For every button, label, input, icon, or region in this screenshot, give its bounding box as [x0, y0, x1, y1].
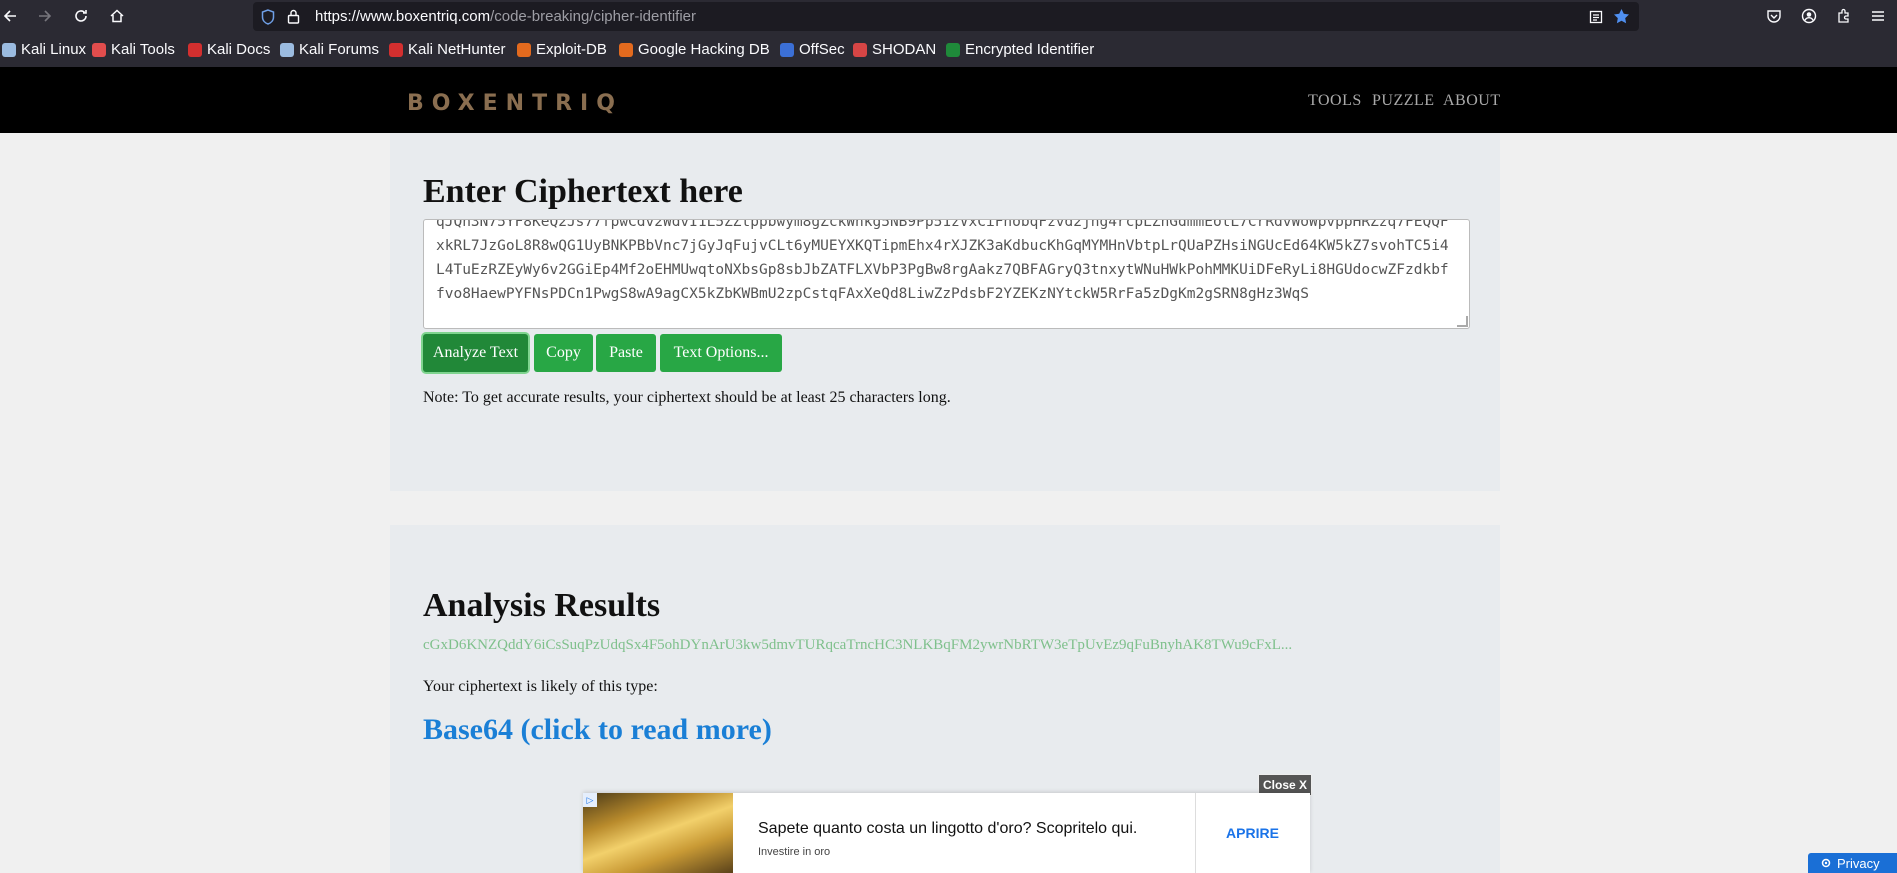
- kali-docs-icon: [188, 42, 202, 57]
- privacy-label: Privacy: [1837, 855, 1880, 871]
- ad-subtitle: Investire in oro: [758, 846, 831, 858]
- privacy-button[interactable]: Privacy: [1808, 853, 1897, 873]
- bookmark-encrypted-identifier[interactable]: Encrypted Identifier: [946, 41, 1094, 58]
- offsec-icon: [780, 42, 794, 57]
- forward-button[interactable]: [33, 4, 57, 28]
- analyze-text-button[interactable]: Analyze Text: [423, 334, 528, 372]
- input-heading: Enter Ciphertext here: [423, 173, 743, 210]
- bookmark-shodan[interactable]: SHODAN: [853, 41, 936, 58]
- exploit-db-icon: [517, 42, 531, 57]
- kali-dragon-icon: [2, 42, 16, 57]
- back-arrow-icon: [3, 10, 16, 22]
- pocket-icon[interactable]: [1766, 8, 1782, 24]
- back-button[interactable]: [0, 4, 22, 28]
- kali-forums-icon: [280, 42, 294, 57]
- bookmark-label: Kali Forums: [299, 41, 380, 58]
- reader-view-icon[interactable]: [1589, 10, 1603, 24]
- results-heading: Analysis Results: [423, 587, 661, 624]
- lock-icon[interactable]: [287, 9, 300, 24]
- menu-icon[interactable]: [1870, 8, 1886, 24]
- url-host: https://www.boxentriq.com: [315, 8, 491, 25]
- encrypted-identifier-icon: [946, 42, 960, 57]
- bookmark-kali-forums[interactable]: Kali Forums: [280, 41, 379, 58]
- reload-icon: [75, 10, 87, 22]
- extensions-icon[interactable]: [1836, 8, 1852, 24]
- bookmark-label: Exploit-DB: [536, 41, 607, 58]
- nav-puzzle[interactable]: PUZZLE: [1372, 92, 1435, 110]
- bookmark-label: OffSec: [799, 41, 845, 58]
- ad-choices-icon[interactable]: ▷: [583, 793, 597, 807]
- ad-headline[interactable]: Sapete quanto costa un lingotto d'oro? S…: [758, 820, 1137, 838]
- paste-button[interactable]: Paste: [596, 334, 656, 372]
- kali-tools-icon: [92, 42, 106, 57]
- bookmark-star-icon[interactable]: [1613, 8, 1630, 25]
- bookmark-kali-linux[interactable]: Kali Linux: [2, 41, 86, 58]
- bookmark-label: Kali Docs: [207, 41, 271, 58]
- browser-chrome: https://www.boxentriq.com/code-breaking/…: [0, 0, 1897, 67]
- ciphertext-preview: cGxD6KNZQddY6iCsSuqPzUdqSx4F5ohDYnArU3kw…: [423, 637, 1293, 653]
- ciphertext-textarea[interactable]: qJQh3N75YF8KeQ2Js77fpwCdv2WdvI1L5ZZtppbw…: [423, 219, 1470, 329]
- bookmark-label: Kali NetHunter: [408, 41, 506, 58]
- site-header: BOXENTRIQ TOOLS PUZZLE ABOUT: [0, 67, 1897, 133]
- browser-toolbar: https://www.boxentriq.com/code-breaking/…: [0, 0, 1897, 32]
- ad-banner[interactable]: Sapete quanto costa un lingotto d'oro? S…: [583, 793, 1310, 873]
- cipher-input-card: Enter Ciphertext here qJQh3N75YF8KeQ2Js7…: [390, 133, 1500, 491]
- bookmark-kali-nethunter[interactable]: Kali NetHunter: [389, 41, 506, 58]
- bookmark-label: SHODAN: [872, 41, 937, 58]
- reload-button[interactable]: [69, 4, 93, 28]
- account-icon[interactable]: [1801, 8, 1817, 24]
- nav-about[interactable]: ABOUT: [1443, 92, 1501, 110]
- ad-cta-button[interactable]: APRIRE: [1195, 793, 1310, 873]
- text-options-button[interactable]: Text Options...: [660, 334, 782, 372]
- gear-icon: [1821, 858, 1831, 868]
- bookmark-kali-docs[interactable]: Kali Docs: [188, 41, 270, 58]
- ghdb-icon: [619, 42, 633, 57]
- url-path: /code-breaking/cipher-identifier: [490, 8, 697, 25]
- home-icon: [110, 9, 124, 23]
- bookmark-label: Google Hacking DB: [638, 41, 770, 58]
- address-bar[interactable]: https://www.boxentriq.com/code-breaking/…: [253, 2, 1639, 31]
- likely-type-label: Your ciphertext is likely of this type:: [423, 678, 658, 695]
- bookmark-offsec[interactable]: OffSec: [780, 41, 845, 58]
- home-button[interactable]: [105, 4, 129, 28]
- bookmark-label: Kali Linux: [21, 41, 87, 58]
- bookmark-kali-tools[interactable]: Kali Tools: [92, 41, 175, 58]
- nav-tools[interactable]: TOOLS: [1308, 92, 1362, 110]
- copy-button[interactable]: Copy: [534, 334, 593, 372]
- ciphertext-value: qJQh3N75YF8KeQ2Js77fpwCdv2WdvI1L5ZZtppbw…: [436, 219, 1449, 302]
- shodan-icon: [853, 42, 867, 57]
- bookmark-exploit-db[interactable]: Exploit-DB: [517, 41, 607, 58]
- bookmark-label: Kali Tools: [111, 41, 175, 58]
- length-note: Note: To get accurate results, your ciph…: [423, 389, 951, 406]
- nethunter-icon: [389, 42, 403, 57]
- bookmark-label: Encrypted Identifier: [965, 41, 1095, 58]
- site-logo[interactable]: BOXENTRIQ: [407, 91, 623, 116]
- url-text[interactable]: https://www.boxentriq.com/code-breaking/…: [315, 8, 696, 25]
- shield-icon[interactable]: [261, 9, 275, 25]
- gold-bars-image[interactable]: [583, 793, 733, 873]
- forward-arrow-icon: [39, 10, 52, 22]
- bookmark-google-hacking-db[interactable]: Google Hacking DB: [619, 41, 770, 58]
- bookmarks-bar: Kali Linux Kali Tools Kali Docs Kali For…: [0, 37, 1897, 65]
- result-type-link[interactable]: Base64 (click to read more): [423, 713, 772, 747]
- resize-handle[interactable]: [1457, 316, 1468, 327]
